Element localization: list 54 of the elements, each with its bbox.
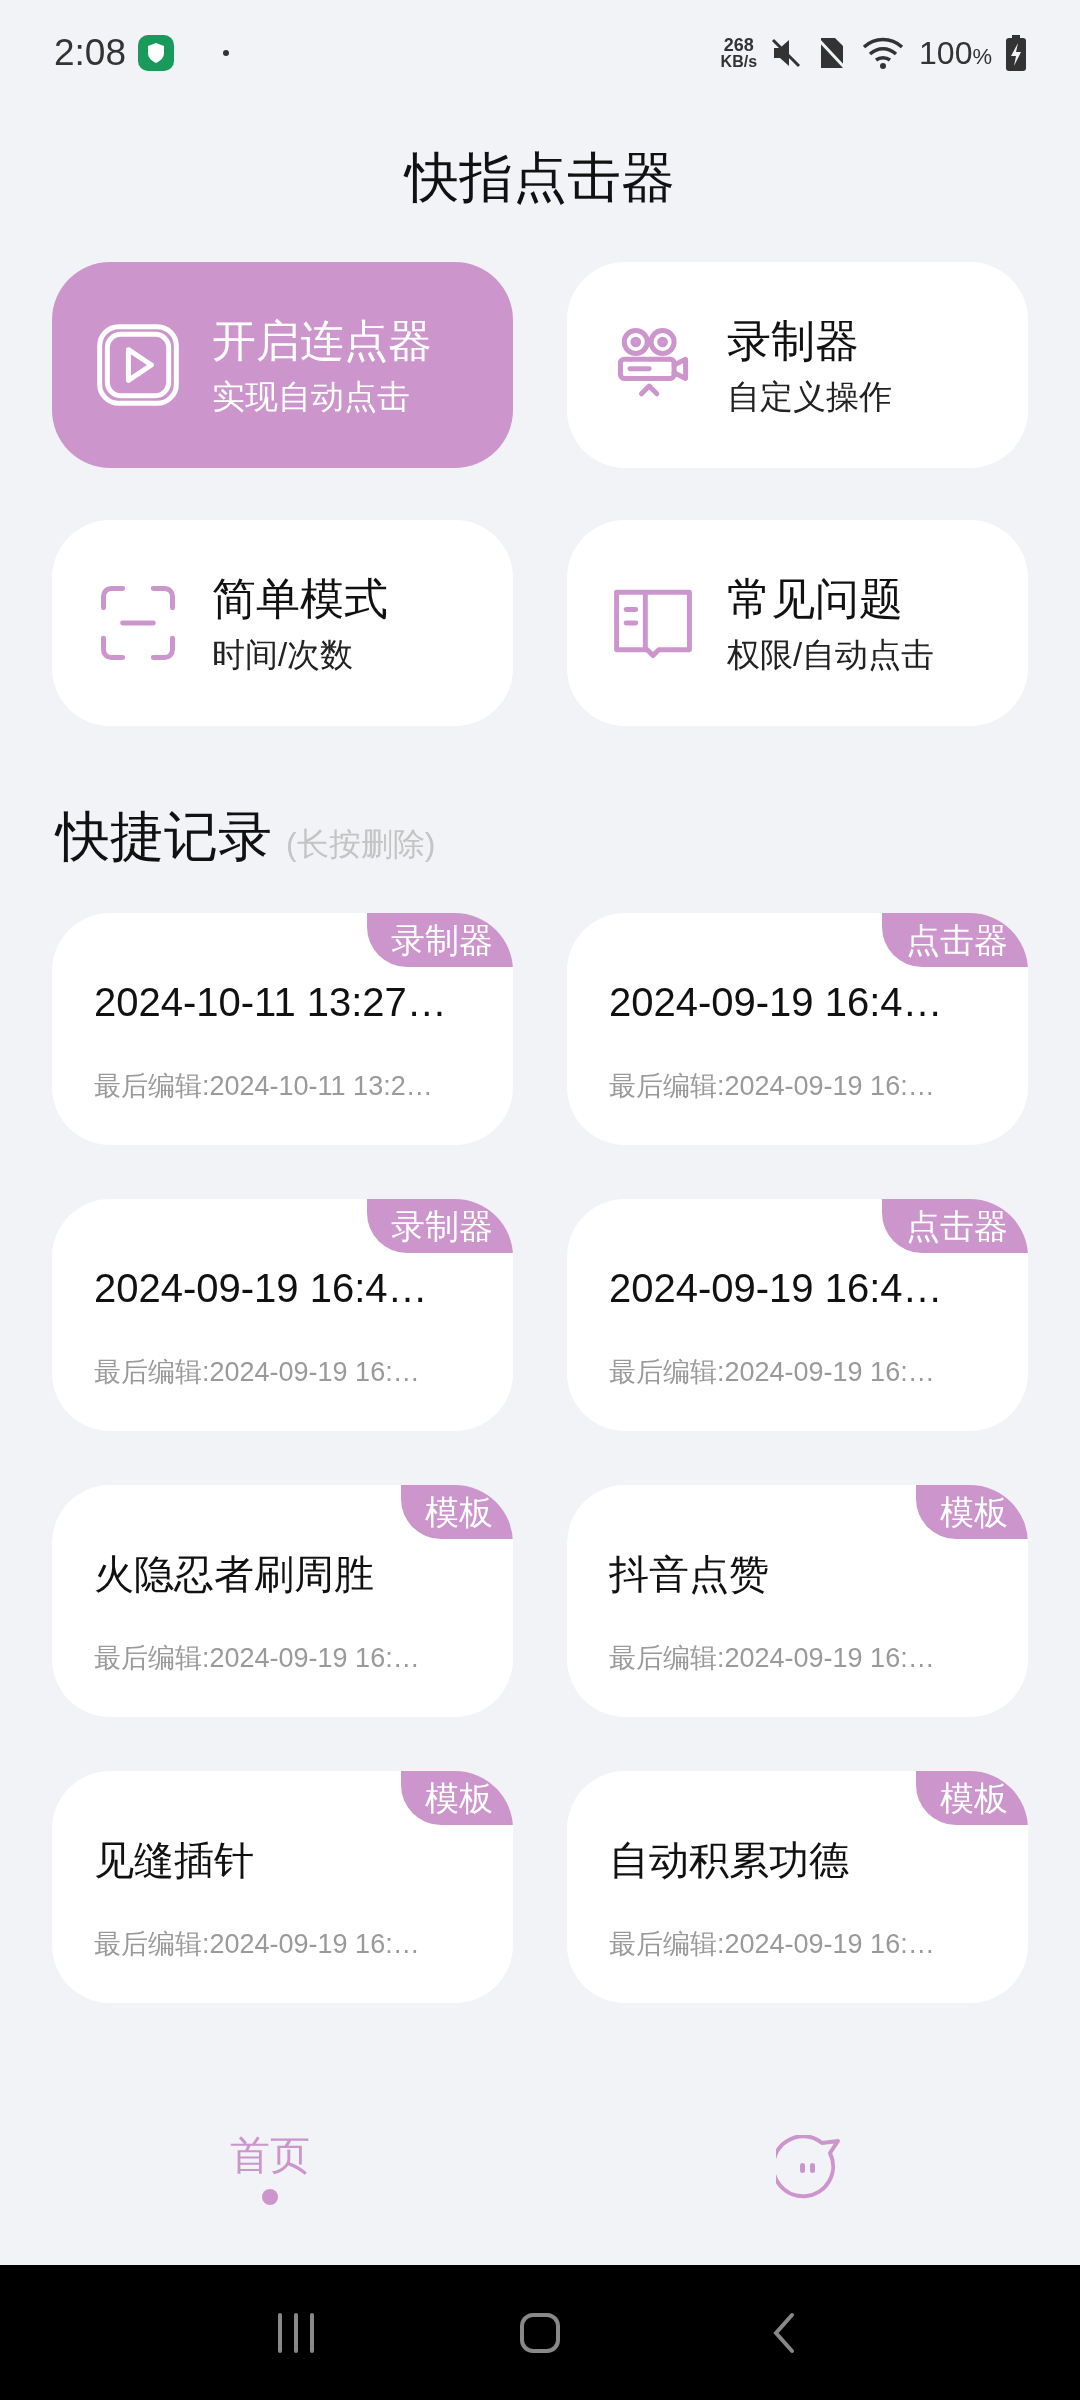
feature-title: 录制器 <box>727 314 860 367</box>
battery-percent-sign: % <box>972 43 992 71</box>
network-speed-unit: KB/s <box>720 53 758 70</box>
record-edit-time: 最后编辑:2024-09-19 16:… <box>609 1355 936 1389</box>
shield-icon <box>138 34 174 71</box>
record-tag: 点击器 <box>882 913 1028 967</box>
record-title: 火隐忍者刷周胜 <box>94 1550 375 1598</box>
feature-subtitle: 时间/次数 <box>212 634 355 675</box>
record-title: 2024-09-19 16:4… <box>609 978 944 1026</box>
network-speed-value: 268 <box>723 35 754 54</box>
record-tag: 模板 <box>916 1771 1028 1825</box>
record-tag: 录制器 <box>367 1199 513 1253</box>
record-edit-time: 最后编辑:2024-10-11 13:2… <box>94 1069 434 1103</box>
record-edit-time: 最后编辑:2024-09-19 16:… <box>94 1927 421 1961</box>
status-time: 2:08 <box>54 30 126 75</box>
record-card[interactable]: 模板 见缝插针 最后编辑:2024-09-19 16:… <box>52 1771 513 2003</box>
record-edit-time: 最后编辑:2024-09-19 16:… <box>94 1355 421 1389</box>
record-tag: 录制器 <box>367 913 513 967</box>
record-title: 2024-09-19 16:4… <box>94 1264 429 1312</box>
record-title: 2024-10-11 13:27… <box>94 978 448 1026</box>
feature-card[interactable]: 简单模式 时间/次数 <box>52 520 513 726</box>
record-edit-time: 最后编辑:2024-09-19 16:… <box>94 1641 421 1675</box>
battery-percent: 100 <box>919 33 973 73</box>
record-title: 见缝插针 <box>94 1836 255 1884</box>
feature-subtitle: 实现自动点击 <box>212 376 411 417</box>
section-title: 快捷记录 <box>56 805 272 868</box>
record-card[interactable]: 模板 火隐忍者刷周胜 最后编辑:2024-09-19 16:… <box>52 1485 513 1717</box>
record-tag: 模板 <box>401 1771 513 1825</box>
dot-icon <box>222 48 230 57</box>
feature-title: 开启连点器 <box>212 314 432 367</box>
record-card[interactable]: 录制器 2024-10-11 13:27… 最后编辑:2024-10-11 13:2… <box>52 913 513 1145</box>
record-tag: 模板 <box>401 1485 513 1539</box>
battery-charging-icon <box>1006 34 1026 71</box>
record-card[interactable]: 点击器 2024-09-19 16:4… 最后编辑:2024-09-19 16:… <box>567 1199 1028 1431</box>
record-title: 抖音点赞 <box>609 1550 770 1598</box>
record-edit-time: 最后编辑:2024-09-19 16:… <box>609 1641 936 1675</box>
feature-card[interactable]: 常见问题 权限/自动点击 <box>567 520 1028 726</box>
record-tag: 模板 <box>916 1485 1028 1539</box>
record-card[interactable]: 模板 自动积累功德 最后编辑:2024-09-19 16:… <box>567 1771 1028 2003</box>
record-card[interactable]: 点击器 2024-09-19 16:4… 最后编辑:2024-09-19 16:… <box>567 913 1028 1145</box>
record-card[interactable]: 录制器 2024-09-19 16:4… 最后编辑:2024-09-19 16:… <box>52 1199 513 1431</box>
record-tag: 点击器 <box>882 1199 1028 1253</box>
record-card[interactable]: 模板 抖音点赞 最后编辑:2024-09-19 16:… <box>567 1485 1028 1717</box>
feature-subtitle: 权限/自动点击 <box>727 634 935 675</box>
record-edit-time: 最后编辑:2024-09-19 16:… <box>609 1927 936 1961</box>
record-edit-time: 最后编辑:2024-09-19 16:… <box>609 1069 936 1103</box>
record-title: 2024-09-19 16:4… <box>609 1264 944 1312</box>
home-icon[interactable] <box>518 2310 562 2355</box>
feature-subtitle: 自定义操作 <box>727 376 892 417</box>
feature-card[interactable]: 录制器 自定义操作 <box>567 262 1028 468</box>
record-title: 自动积累功德 <box>609 1836 850 1884</box>
feature-title: 常见问题 <box>727 572 904 625</box>
app-title: 快指点击器 <box>405 146 675 209</box>
feature-title: 简单模式 <box>212 572 388 625</box>
